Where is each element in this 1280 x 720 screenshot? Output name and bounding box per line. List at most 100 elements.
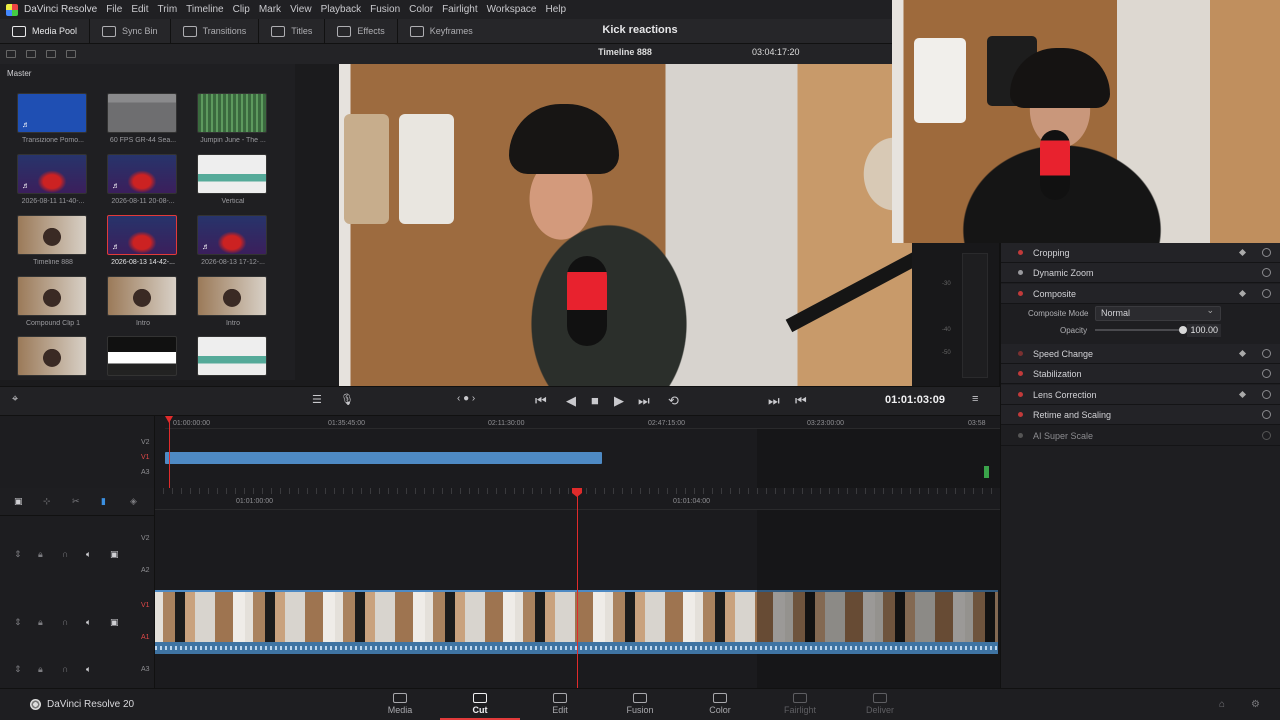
media-clip[interactable]: Intro <box>197 276 269 327</box>
settings-gear-icon[interactable]: ⚙ <box>1251 699 1261 710</box>
page-cut[interactable]: Cut <box>440 690 520 720</box>
page-color[interactable]: Color <box>680 690 760 720</box>
page-fusion[interactable]: Fusion <box>600 690 680 720</box>
upper-timeline-clip[interactable] <box>165 452 602 464</box>
loop-icon[interactable]: ⟲ <box>668 393 679 409</box>
titles-button[interactable]: Titles <box>259 18 326 44</box>
menu-mark[interactable]: Mark <box>259 4 281 15</box>
section-enable-toggle[interactable] <box>1018 351 1023 356</box>
upper-timeline-ruler[interactable]: 01:00:00:00 01:35:45:00 02:11:30:00 02:4… <box>165 417 1000 429</box>
page-media[interactable]: Media <box>360 690 440 720</box>
reset-icon[interactable] <box>1262 248 1271 257</box>
speaker-icon[interactable]: 🔈︎ <box>86 617 91 628</box>
audio-settings-icon[interactable]: ☰ <box>312 393 322 406</box>
link-icon[interactable] <box>46 50 56 58</box>
keyframe-icon[interactable] <box>1238 349 1247 358</box>
track-visibility-icon[interactable]: ▣ <box>110 549 119 560</box>
timeline-view-icon[interactable]: ▣ <box>14 496 23 507</box>
unlink-icon[interactable] <box>66 50 76 58</box>
prev-marker-icon[interactable]: ‹ ● › <box>457 393 475 404</box>
menu-clip[interactable]: Clip <box>233 4 250 15</box>
reset-icon[interactable] <box>1262 431 1271 440</box>
section-enable-toggle[interactable] <box>1018 412 1023 417</box>
menu-color[interactable]: Color <box>409 4 433 15</box>
keyframe-icon[interactable] <box>1238 248 1247 257</box>
section-enable-toggle[interactable] <box>1018 291 1023 296</box>
headphones-icon[interactable]: ∩ <box>62 617 68 627</box>
keyframe-icon[interactable] <box>1238 289 1247 298</box>
reset-icon[interactable] <box>1262 289 1271 298</box>
inspector-section-retime-scaling[interactable]: Retime and Scaling <box>1001 405 1280 425</box>
headphones-icon[interactable]: ∩ <box>62 549 68 559</box>
media-clip[interactable]: 60 FPS GR-44 Sea... <box>107 93 179 144</box>
reset-icon[interactable] <box>1262 349 1271 358</box>
media-clip[interactable]: ♬ 2026-08-11 11-40-... <box>17 154 89 205</box>
menu-timeline[interactable]: Timeline <box>186 4 223 15</box>
snap-icon[interactable]: ⊹ <box>43 496 51 507</box>
track-move-icon[interactable]: ⇕ <box>14 617 22 628</box>
lock-icon[interactable]: 🔒︎ <box>38 617 43 628</box>
menu-edit[interactable]: Edit <box>131 4 148 15</box>
page-fairlight[interactable]: Fairlight <box>760 690 840 720</box>
composite-mode-select[interactable]: Normal <box>1095 304 1221 321</box>
play-icon[interactable]: ▶ <box>614 393 624 409</box>
voiceover-icon[interactable]: 🎙 <box>340 393 354 406</box>
transitions-button[interactable]: Transitions <box>171 18 260 44</box>
opacity-slider-knob[interactable] <box>1179 326 1187 334</box>
upper-playhead[interactable] <box>165 416 173 488</box>
media-clip[interactable] <box>107 336 179 376</box>
inspector-section-dynamic-zoom[interactable]: Dynamic Zoom <box>1001 263 1280 283</box>
playhead-timecode[interactable]: 01:01:03:09 <box>885 394 945 406</box>
section-enable-toggle[interactable] <box>1018 433 1023 438</box>
prev-edit-icon[interactable]: ⏮ <box>795 393 807 409</box>
track-move-icon[interactable]: ⇕ <box>14 664 22 675</box>
viewer-timeline-name[interactable]: Timeline 888 <box>580 47 670 57</box>
reset-icon[interactable] <box>1262 369 1271 378</box>
media-clip[interactable]: ♬ 2026-08-11 20-08-... <box>107 154 179 205</box>
lower-playhead[interactable] <box>577 488 578 688</box>
effects-button[interactable]: Effects <box>325 18 398 44</box>
sidebar-toggle-icon[interactable] <box>6 50 16 58</box>
track-move-icon[interactable]: ⇕ <box>14 549 22 560</box>
reset-icon[interactable] <box>1262 410 1271 419</box>
sync-bin-button[interactable]: Sync Bin <box>90 18 171 44</box>
zoom-icon[interactable]: ◈ <box>130 496 137 507</box>
menu-fairlight[interactable]: Fairlight <box>442 4 478 15</box>
inspector-section-lens-correction[interactable]: Lens Correction <box>1001 385 1280 405</box>
marker-icon[interactable]: ▮ <box>101 496 106 507</box>
media-clip[interactable]: Timeline 888 <box>17 215 89 266</box>
opacity-slider[interactable] <box>1095 329 1183 331</box>
media-clip[interactable]: Intro <box>107 276 179 327</box>
headphones-icon[interactable]: ∩ <box>62 664 68 674</box>
media-clip[interactable]: Vertical <box>197 154 269 205</box>
menu-fusion[interactable]: Fusion <box>370 4 400 15</box>
media-clip[interactable] <box>17 336 89 376</box>
video-viewer[interactable] <box>339 64 912 386</box>
lock-icon[interactable]: 🔒︎ <box>38 549 43 560</box>
media-clip-selected[interactable]: ♬ 2026-08-13 14-42-... <box>107 215 179 266</box>
page-edit[interactable]: Edit <box>520 690 600 720</box>
page-deliver[interactable]: Deliver <box>840 690 920 720</box>
menu-help[interactable]: Help <box>545 4 566 15</box>
keyframes-button[interactable]: Keyframes <box>398 19 485 44</box>
media-pool-button[interactable]: Media Pool <box>0 18 91 44</box>
speaker-icon[interactable]: 🔈︎ <box>86 549 91 560</box>
inspector-section-composite[interactable]: Composite <box>1001 284 1280 304</box>
media-clip[interactable]: ♬ Transizione Pomo... <box>17 93 89 144</box>
opacity-value-field[interactable]: 100.00 <box>1187 324 1221 337</box>
go-to-start-icon[interactable]: ⏮ <box>535 393 547 409</box>
play-reverse-icon[interactable]: ◀ <box>566 393 576 409</box>
section-enable-toggle[interactable] <box>1018 392 1023 397</box>
menu-view[interactable]: View <box>290 4 312 15</box>
media-clip[interactable]: Compound Clip 1 <box>17 276 89 327</box>
section-enable-toggle[interactable] <box>1018 371 1023 376</box>
media-clip[interactable]: Jumpin June - The ... <box>197 93 269 144</box>
inspector-section-stabilization[interactable]: Stabilization <box>1001 364 1280 384</box>
section-enable-toggle[interactable] <box>1018 250 1023 255</box>
section-enable-toggle[interactable] <box>1018 270 1023 275</box>
reset-icon[interactable] <box>1262 390 1271 399</box>
import-media-icon[interactable] <box>26 50 36 58</box>
media-clip[interactable]: ♬ 2026-08-13 17-12-... <box>197 215 269 266</box>
reset-icon[interactable] <box>1262 268 1271 277</box>
next-edit-icon[interactable]: ⏭ <box>768 393 780 409</box>
